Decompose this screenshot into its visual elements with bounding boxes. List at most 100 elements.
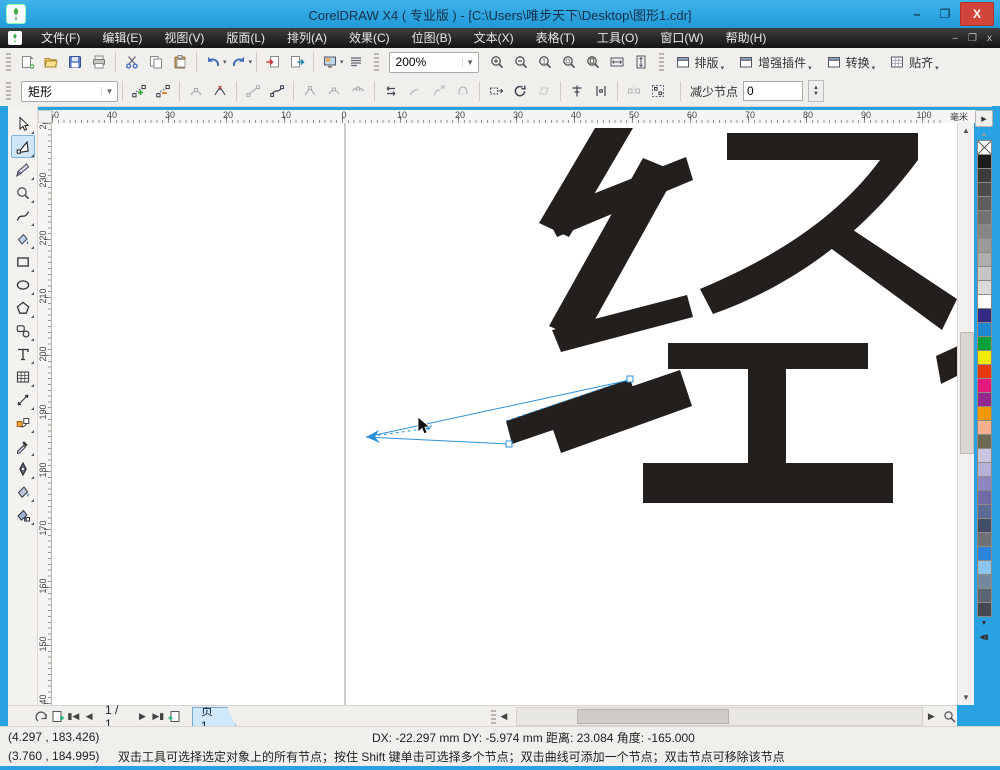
distribute-nodes-button[interactable] <box>589 80 613 102</box>
reduce-nodes-input[interactable] <box>743 81 803 101</box>
color-swatch[interactable] <box>977 574 992 589</box>
zoom-in-button[interactable] <box>485 51 509 73</box>
import-button[interactable] <box>261 51 285 73</box>
menu-item-6[interactable]: 位图(B) <box>401 28 463 48</box>
stroke-gong-stem[interactable] <box>748 369 786 463</box>
color-swatch[interactable] <box>977 350 992 365</box>
horizontal-ruler[interactable]: 50403020100102030405060708090100 <box>52 110 957 124</box>
toolbar-grip[interactable] <box>659 53 664 71</box>
stroke-su-topbar[interactable] <box>727 133 918 160</box>
color-swatch[interactable] <box>977 560 992 575</box>
hscroll-right-button[interactable]: ▶ <box>923 708 939 725</box>
document-navigator-icon[interactable] <box>941 708 957 725</box>
color-swatch[interactable] <box>977 434 992 449</box>
color-swatch[interactable] <box>977 532 992 547</box>
character-jing-artwork[interactable] <box>506 128 957 503</box>
vertical-scrollbar[interactable]: ▲ ▼ <box>957 123 974 705</box>
dimension-tool[interactable] <box>11 388 35 411</box>
page-sorter-icon[interactable] <box>34 708 50 725</box>
color-swatch[interactable] <box>977 392 992 407</box>
redo-button[interactable] <box>227 51 251 73</box>
curve-node[interactable] <box>506 441 512 447</box>
drawing-canvas[interactable] <box>52 123 957 705</box>
zoom-tool[interactable] <box>11 181 35 204</box>
reduce-nodes-stepper[interactable]: ▲▼ <box>808 80 824 102</box>
color-swatch[interactable] <box>977 448 992 463</box>
eyedropper-tool[interactable] <box>11 434 35 457</box>
zoom-level-dropdown[interactable]: 200%▼ <box>389 52 479 73</box>
select-all-nodes-button[interactable] <box>646 80 670 102</box>
color-swatch[interactable] <box>977 588 992 603</box>
menu-item-3[interactable]: 版面(L) <box>215 28 276 48</box>
stroke-su-curve[interactable] <box>700 160 918 314</box>
color-swatch[interactable] <box>977 252 992 267</box>
color-swatch[interactable] <box>977 378 992 393</box>
zoom-width-button[interactable] <box>605 51 629 73</box>
docker-snap-button[interactable]: 贴齐▾ <box>882 51 946 73</box>
smart-fill-tool[interactable] <box>11 227 35 250</box>
color-swatch[interactable] <box>977 602 992 617</box>
delete-node-button[interactable] <box>151 80 175 102</box>
toolbar-grip[interactable] <box>6 53 11 71</box>
stroke-su-leg[interactable] <box>810 220 957 330</box>
save-button[interactable] <box>63 51 87 73</box>
menu-item-9[interactable]: 工具(O) <box>586 28 649 48</box>
freehand-tool[interactable] <box>11 204 35 227</box>
ruler-origin-button[interactable] <box>38 110 52 123</box>
zoom-selected-button[interactable] <box>557 51 581 73</box>
chevron-down-icon[interactable]: ▾ <box>249 58 253 66</box>
color-swatch[interactable] <box>977 490 992 505</box>
color-swatch[interactable] <box>977 546 992 561</box>
color-swatch[interactable] <box>977 154 992 169</box>
app-launcher-button[interactable] <box>318 51 342 73</box>
docker-convert-button[interactable]: 转换▾ <box>819 51 883 73</box>
color-swatch[interactable] <box>977 420 992 435</box>
chevron-down-icon[interactable]: ▾ <box>223 58 227 66</box>
color-swatch[interactable] <box>977 518 992 533</box>
horizontal-scroll-thumb[interactable] <box>577 709 729 724</box>
outline-pen-tool[interactable] <box>11 457 35 480</box>
color-swatch[interactable] <box>977 308 992 323</box>
zoom-height-button[interactable] <box>629 51 653 73</box>
print-button[interactable] <box>87 51 111 73</box>
color-swatch[interactable] <box>977 364 992 379</box>
color-swatch[interactable] <box>977 504 992 519</box>
menu-item-7[interactable]: 文本(X) <box>463 28 525 48</box>
maximize-button[interactable]: ❐ <box>932 4 958 24</box>
menu-item-2[interactable]: 视图(V) <box>153 28 215 48</box>
no-color-swatch[interactable] <box>977 140 992 155</box>
rectangle-tool[interactable] <box>11 250 35 273</box>
table-tool[interactable] <box>11 365 35 388</box>
color-swatch[interactable] <box>977 266 992 281</box>
menu-item-8[interactable]: 表格(T) <box>525 28 586 48</box>
undo-button[interactable] <box>201 51 225 73</box>
stretch-nodes-button[interactable] <box>484 80 508 102</box>
menu-item-1[interactable]: 编辑(E) <box>91 28 153 48</box>
color-swatch[interactable] <box>977 322 992 337</box>
shape-tool[interactable] <box>11 135 35 158</box>
palette-flyout-button[interactable]: ▶ <box>975 110 993 127</box>
menu-item-5[interactable]: 效果(C) <box>338 28 401 48</box>
scroll-down-button[interactable]: ▼ <box>958 690 974 705</box>
blend-tool[interactable] <box>11 411 35 434</box>
paste-button[interactable] <box>168 51 192 73</box>
property-bar-grip[interactable] <box>6 82 11 100</box>
color-swatch[interactable] <box>977 476 992 491</box>
menu-item-0[interactable]: 文件(F) <box>30 28 91 48</box>
hscroll-left-button[interactable]: ◀ <box>496 708 512 725</box>
palette-expand-button[interactable]: ◀▮ <box>976 630 992 643</box>
menu-item-11[interactable]: 帮助(H) <box>715 28 778 48</box>
break-node-button[interactable] <box>208 80 232 102</box>
new-doc-button[interactable] <box>15 51 39 73</box>
menu-item-10[interactable]: 窗口(W) <box>649 28 714 48</box>
reverse-direction-button[interactable] <box>379 80 403 102</box>
stroke-fragment[interactable] <box>936 345 957 384</box>
last-page-button[interactable]: ▶▮ <box>150 708 166 725</box>
zoom-out-button[interactable] <box>509 51 533 73</box>
color-swatch[interactable] <box>977 182 992 197</box>
color-swatch[interactable] <box>977 224 992 239</box>
color-swatch[interactable] <box>977 168 992 183</box>
cut-button[interactable] <box>120 51 144 73</box>
horizontal-scrollbar[interactable] <box>516 707 924 726</box>
export-button[interactable] <box>285 51 309 73</box>
